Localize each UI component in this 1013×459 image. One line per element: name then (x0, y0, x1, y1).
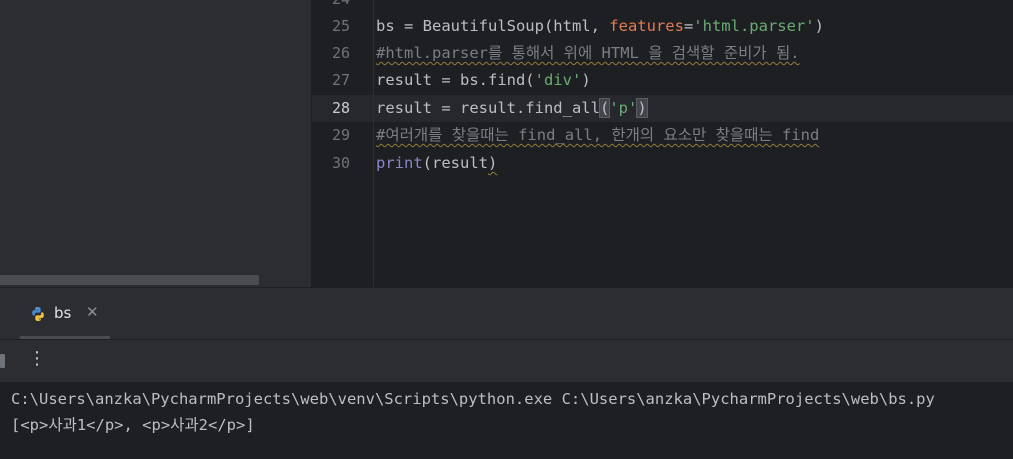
comment: #여러개를 찾을때는 find_all, 한개의 요소만 찾을때는 find (376, 126, 820, 144)
code-text: result = result.find_all (376, 99, 600, 117)
line-number: 30 (331, 154, 350, 172)
gutter-separator (373, 0, 374, 287)
matched-bracket: ( (598, 98, 611, 118)
run-toolbar: ⋮ (0, 339, 1013, 382)
code-line-30[interactable]: print(result) (376, 150, 497, 177)
matched-bracket: ) (636, 98, 648, 118)
builtin-function: print (376, 154, 423, 172)
code-text: ) (581, 71, 591, 89)
console-line: [<p>사과1</p>, <p>사과2</p>] (11, 416, 255, 434)
comment: #html.parser를 통해서 위에 HTML 을 검색할 준비가 됨. (376, 44, 800, 62)
code-line-26[interactable]: #html.parser를 통해서 위에 HTML 을 검색할 준비가 됨. (376, 40, 800, 67)
code-line-25[interactable]: bs = BeautifulSoup(html, features='html.… (376, 13, 824, 40)
code-editor[interactable]: 24 25 26 27 28 29 30 bs = BeautifulSoup(… (312, 0, 1013, 287)
run-tab-label: bs (54, 304, 72, 322)
string-literal: 'div' (534, 71, 582, 89)
keyword-param: features (609, 17, 684, 35)
code-text: (result (422, 154, 488, 172)
project-panel (0, 0, 311, 287)
code-line-29[interactable]: #여러개를 찾을때는 find_all, 한개의 요소만 찾을때는 find (376, 122, 819, 149)
line-number-gutter: 24 25 26 27 28 29 30 (312, 0, 372, 287)
run-tab-bs[interactable]: bs ✕ (20, 288, 110, 339)
line-number: 26 (331, 44, 350, 62)
code-line-27[interactable]: result = bs.find('div') (376, 67, 591, 94)
code-text: = (683, 17, 694, 35)
line-number: 25 (331, 17, 350, 35)
console-line: C:\Users\anzka\PycharmProjects\web\venv\… (11, 390, 935, 408)
line-number: 24 (312, 0, 350, 13)
string-literal: 'p' (609, 99, 638, 117)
more-options-icon[interactable]: ⋮ (28, 348, 46, 369)
line-number: 29 (331, 126, 350, 144)
console-output[interactable]: C:\Users\anzka\PycharmProjects\web\venv\… (0, 382, 1013, 459)
line-number-active: 28 (331, 99, 350, 117)
code-text: ) (814, 17, 824, 35)
python-icon (30, 306, 46, 326)
code-line-28[interactable]: result = result.find_all('p') (376, 95, 648, 122)
code-text: bs = BeautifulSoup(html, (376, 17, 610, 35)
code-text: ) (488, 154, 498, 172)
stop-icon[interactable] (0, 354, 5, 368)
code-text: result = bs.find( (376, 71, 535, 89)
string-literal: 'html.parser' (693, 17, 815, 35)
close-icon[interactable]: ✕ (86, 303, 99, 321)
run-tool-window-header: bs ✕ (0, 287, 1013, 339)
horizontal-scrollbar[interactable] (0, 275, 259, 285)
line-number: 27 (331, 71, 350, 89)
